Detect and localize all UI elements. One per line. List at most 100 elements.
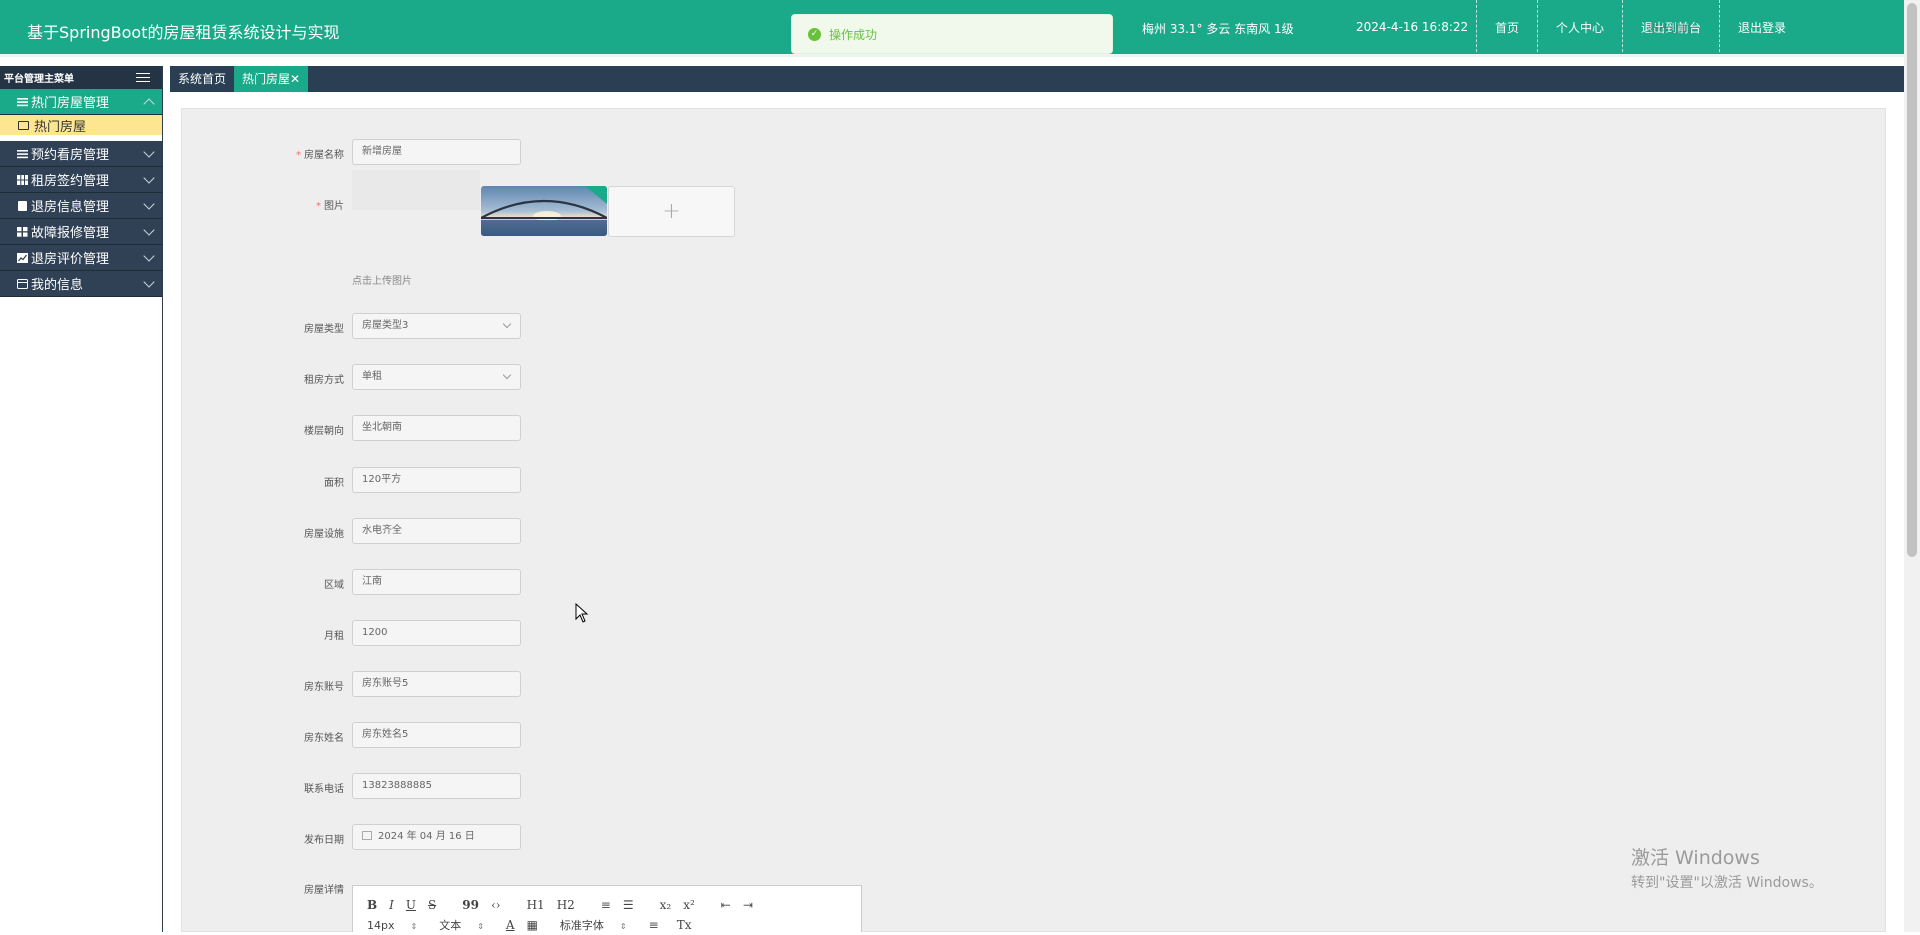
blockquote-button[interactable]: 99 xyxy=(462,898,479,912)
phone-input[interactable]: 13823888885 xyxy=(352,773,521,799)
windows-activation-watermark: 激活 Windows 转到"设置"以激活 Windows。 xyxy=(1631,843,1823,892)
chevron-down-icon xyxy=(143,250,155,262)
landlord-name-label: 房东姓名 xyxy=(304,733,344,744)
success-check-icon: ✓ xyxy=(808,27,821,41)
h1-button[interactable]: H1 xyxy=(527,898,545,912)
tab-system-home[interactable]: 系统首页 xyxy=(170,66,235,92)
sidebar-item-viewing-appointment[interactable]: 预约看房管理 xyxy=(0,141,162,167)
area-label: 面积 xyxy=(324,478,344,489)
block-type-select[interactable]: 文本 ⇕ xyxy=(439,917,484,933)
rent-input[interactable]: 1200 xyxy=(352,620,521,646)
plus-icon: + xyxy=(662,199,681,224)
sidebar-item-label: 租房签约管理 xyxy=(31,174,110,189)
header-bottom-strip xyxy=(0,54,1904,57)
landlord-name-input[interactable]: 房东姓名5 xyxy=(352,722,521,748)
document-icon xyxy=(18,200,27,211)
bridge-photo-image xyxy=(481,186,607,236)
sidebar-item-hot-house-mgmt[interactable]: 热门房屋管理 xyxy=(0,89,162,115)
underline-button[interactable]: U xyxy=(406,898,416,912)
rich-text-editor[interactable]: B I U S 99 ‹› H1 H2 ≡ ☰ x₂ x² ⇤ ⇥ 14px ⇕ … xyxy=(352,885,862,932)
chevron-up-icon xyxy=(143,98,155,110)
publish-date-picker[interactable]: 2024 年 04 月 16 日 xyxy=(352,824,521,850)
nav-logout[interactable]: 退出登录 xyxy=(1719,0,1804,57)
image-label: * 图片 xyxy=(316,201,344,212)
chevron-down-icon xyxy=(143,276,155,288)
list-icon xyxy=(17,149,28,158)
upload-add-button[interactable]: + xyxy=(608,186,735,237)
upload-hint: 点击上传图片 xyxy=(352,276,412,287)
chevron-down-icon xyxy=(143,146,155,158)
sidebar-item-label: 预约看房管理 xyxy=(31,148,110,163)
sidebar-item-label: 热门房屋管理 xyxy=(31,96,110,111)
success-toast: ✓ 操作成功 xyxy=(791,14,1113,54)
sidebar-heading-label: 平台管理主菜单 xyxy=(4,74,74,85)
nav-home[interactable]: 首页 xyxy=(1476,0,1537,57)
editor-toolbar-row-1: B I U S 99 ‹› H1 H2 ≡ ☰ x₂ x² ⇤ ⇥ xyxy=(353,895,861,915)
bold-button[interactable]: B xyxy=(367,898,377,912)
font-size-select[interactable]: 14px ⇕ xyxy=(367,919,417,932)
toast-message: 操作成功 xyxy=(829,27,878,42)
uploaded-image-thumbnail[interactable] xyxy=(481,186,607,236)
font-color-button[interactable]: A xyxy=(506,918,515,932)
sidebar-item-label: 我的信息 xyxy=(31,278,84,293)
sidebar-item-contract[interactable]: 租房签约管理 xyxy=(0,167,162,193)
italic-button[interactable]: I xyxy=(389,898,394,912)
background-color-button[interactable]: ▦ xyxy=(527,918,538,932)
nav-profile[interactable]: 个人中心 xyxy=(1537,0,1622,57)
landlord-account-input[interactable]: 房东账号5 xyxy=(352,671,521,697)
clear-format-button[interactable]: Tx xyxy=(677,918,692,932)
region-label: 区域 xyxy=(324,580,344,591)
strike-button[interactable]: S xyxy=(428,898,436,912)
menu-toggle-icon[interactable] xyxy=(136,72,150,83)
align-button[interactable]: ≡ xyxy=(649,918,659,932)
details-label: 房屋详情 xyxy=(304,885,344,896)
page-scrollbar[interactable] xyxy=(1904,0,1920,932)
sidebar-item-label: 故障报修管理 xyxy=(31,226,110,241)
chevron-down-icon xyxy=(502,370,512,380)
sidebar-item-my-info[interactable]: 我的信息 xyxy=(0,271,162,297)
ordered-list-button[interactable]: ≡ xyxy=(601,898,611,912)
rent-label: 月租 xyxy=(324,631,344,642)
chevron-down-icon xyxy=(143,172,155,184)
chevron-down-icon xyxy=(143,224,155,236)
apps-icon xyxy=(17,226,28,237)
grid-icon xyxy=(17,174,28,185)
indent-button[interactable]: ⇥ xyxy=(743,898,753,912)
house-type-select[interactable]: 房屋类型3 xyxy=(352,313,521,339)
scrollbar-thumb[interactable] xyxy=(1907,3,1917,557)
code-button[interactable]: ‹› xyxy=(491,898,501,912)
h2-button[interactable]: H2 xyxy=(557,898,575,912)
sidebar-heading: 平台管理主菜单 xyxy=(0,66,162,89)
current-datetime: 2024-4-16 16:8:22 xyxy=(1356,20,1469,34)
sidebar-item-checkout-review[interactable]: 退房评价管理 xyxy=(0,245,162,271)
bullet-list-button[interactable]: ☰ xyxy=(623,898,634,912)
phone-label: 联系电话 xyxy=(304,784,344,795)
region-input[interactable]: 江南 xyxy=(352,569,521,595)
rent-mode-select[interactable]: 单租 xyxy=(352,364,521,390)
house-type-label: 房屋类型 xyxy=(304,324,344,335)
chart-icon xyxy=(17,252,28,263)
area-input[interactable]: 120平方 xyxy=(352,467,521,493)
sidebar-item-repair[interactable]: 故障报修管理 xyxy=(0,219,162,245)
chevron-down-icon xyxy=(143,198,155,210)
landlord-account-label: 房东账号 xyxy=(304,682,344,693)
sidebar-item-checkout-info[interactable]: 退房信息管理 xyxy=(0,193,162,219)
facilities-input[interactable]: 水电齐全 xyxy=(352,518,521,544)
outdent-button[interactable]: ⇤ xyxy=(721,898,731,912)
list-icon xyxy=(17,97,28,106)
folder-icon xyxy=(18,120,29,130)
tab-hot-house[interactable]: 热门房屋✕ xyxy=(234,66,309,92)
superscript-button[interactable]: x² xyxy=(683,898,695,912)
publish-date-label: 发布日期 xyxy=(304,835,344,846)
orientation-input[interactable]: 坐北朝南 xyxy=(352,415,521,441)
font-family-select[interactable]: 标准字体 ⇕ xyxy=(560,917,627,933)
orientation-label: 楼层朝向 xyxy=(304,426,344,437)
sidebar-subitem-hot-house[interactable]: 热门房屋 xyxy=(0,115,162,135)
upload-placeholder xyxy=(352,170,480,210)
house-name-input[interactable]: 新增房屋 xyxy=(352,139,521,165)
subscript-button[interactable]: x₂ xyxy=(660,898,672,912)
chevron-down-icon xyxy=(502,319,512,329)
sidebar: 平台管理主菜单 热门房屋管理 热门房屋 预约看房管理 租房签约管理 退房信息管理… xyxy=(0,66,163,932)
sidebar-item-label: 退房评价管理 xyxy=(31,252,110,267)
tabs-bar: 系统首页 热门房屋✕ xyxy=(170,66,1904,92)
